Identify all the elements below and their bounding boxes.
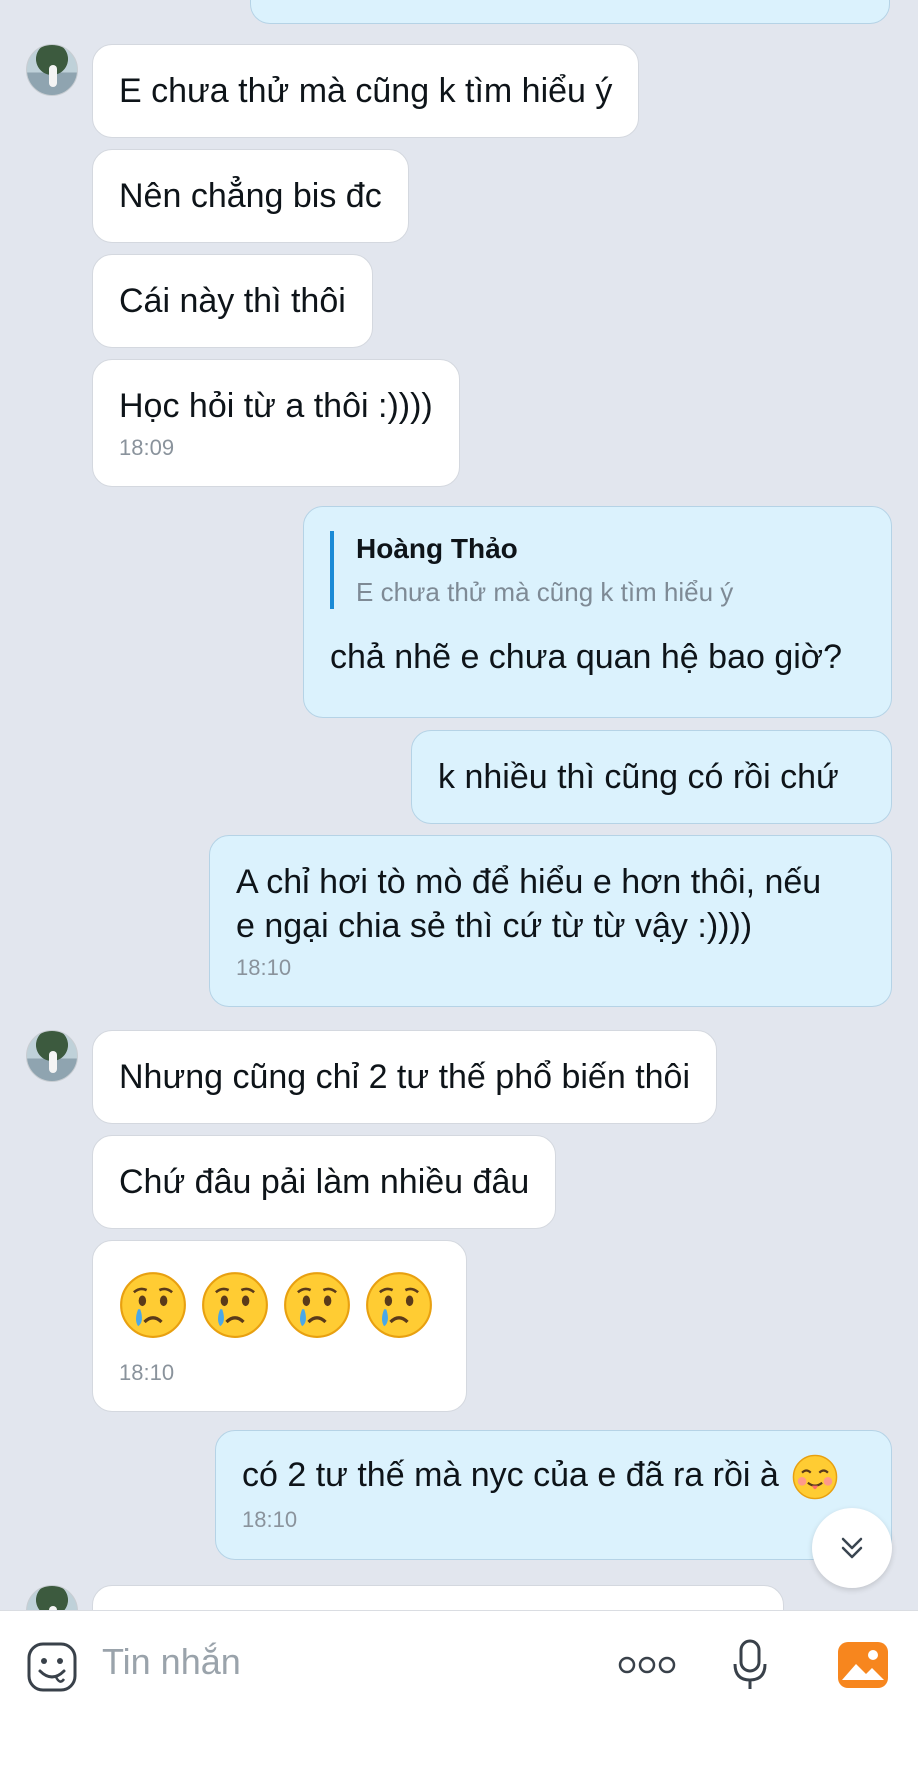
message-bubble[interactable]: Học hỏi từ a thôi :)))) 18:09 (92, 359, 460, 487)
composer-bar (0, 1610, 918, 1788)
message-text: có 2 tư thế mà nyc của e đã ra rồi à (242, 1456, 779, 1494)
message-text-line-2: e ngại chia sẻ thì cứ từ từ vậy :)))) (236, 907, 753, 945)
gallery-icon[interactable] (836, 1640, 890, 1690)
message-time: 18:09 (119, 435, 175, 460)
message-bubble-partial[interactable] (250, 0, 890, 24)
message-text: Chứ đâu pải làm nhiều đâu (119, 1163, 530, 1201)
chat-area[interactable]: E chưa thử mà cũng k tìm hiểu ý Nên chẳn… (0, 0, 918, 1610)
message-bubble[interactable]: Nhưng cũng chỉ 2 tư thế phổ biến thôi (92, 1030, 718, 1124)
message-bubble[interactable]: Chứ đâu pải làm nhiều đâu (92, 1135, 557, 1229)
contact-avatar[interactable] (26, 1585, 78, 1610)
crying-face-icon (284, 1272, 350, 1338)
message-text: chả nhẽ e chưa quan hệ bao giờ? (330, 638, 843, 676)
message-bubble[interactable]: A chỉ hơi tò mò để hiểu e hơn thôi, nếu … (209, 835, 892, 1007)
message-time: 18:10 (236, 955, 292, 980)
message-text: k nhiều thì cũng có rồi chứ (438, 758, 839, 796)
quoted-sender-name: Hoàng Thảo (356, 533, 518, 564)
tongue-face-icon (792, 1454, 838, 1500)
reply-message-bubble[interactable]: Hoàng Thảo E chưa thử mà cũng k tìm hiểu… (303, 506, 892, 718)
crying-face-icon (120, 1272, 186, 1338)
sticker-icon[interactable] (26, 1641, 78, 1693)
message-bubble[interactable]: Nên chẳng bis đc (92, 149, 409, 243)
more-icon[interactable] (618, 1654, 676, 1676)
message-input[interactable]: Tin nhắn (102, 1640, 241, 1684)
emoji-message-bubble[interactable]: 18:10 (92, 1240, 467, 1412)
message-bubble-partial[interactable] (92, 1585, 784, 1610)
emoji-row (119, 1271, 440, 1341)
crying-face-icon (202, 1272, 268, 1338)
message-text: Học hỏi từ a thôi :)))) (119, 387, 433, 425)
message-bubble[interactable]: có 2 tư thế mà nyc của e đã ra rồi à 18:… (215, 1430, 892, 1560)
quoted-message[interactable]: Hoàng Thảo E chưa thử mà cũng k tìm hiểu… (330, 531, 865, 609)
microphone-icon[interactable] (730, 1638, 770, 1692)
message-text-line-1: A chỉ hơi tò mò để hiểu e hơn thôi, nếu (236, 863, 822, 901)
contact-avatar[interactable] (26, 1030, 78, 1082)
message-text: Nhưng cũng chỉ 2 tư thế phổ biến thôi (119, 1058, 691, 1096)
scroll-to-bottom-button[interactable] (812, 1508, 892, 1588)
message-bubble[interactable]: E chưa thử mà cũng k tìm hiểu ý (92, 44, 640, 138)
message-text: Cái này thì thôi (119, 282, 346, 320)
crying-face-icon (366, 1272, 432, 1338)
quoted-text: E chưa thử mà cũng k tìm hiểu ý (356, 577, 734, 607)
message-time: 18:10 (119, 1360, 175, 1385)
message-bubble[interactable]: Cái này thì thôi (92, 254, 373, 348)
message-text: Nên chẳng bis đc (119, 177, 382, 215)
contact-avatar[interactable] (26, 44, 78, 96)
message-time: 18:10 (242, 1507, 298, 1533)
chevron-double-down-icon (841, 1537, 863, 1559)
message-text: E chưa thử mà cũng k tìm hiểu ý (119, 72, 613, 110)
message-bubble[interactable]: k nhiều thì cũng có rồi chứ (411, 730, 892, 824)
